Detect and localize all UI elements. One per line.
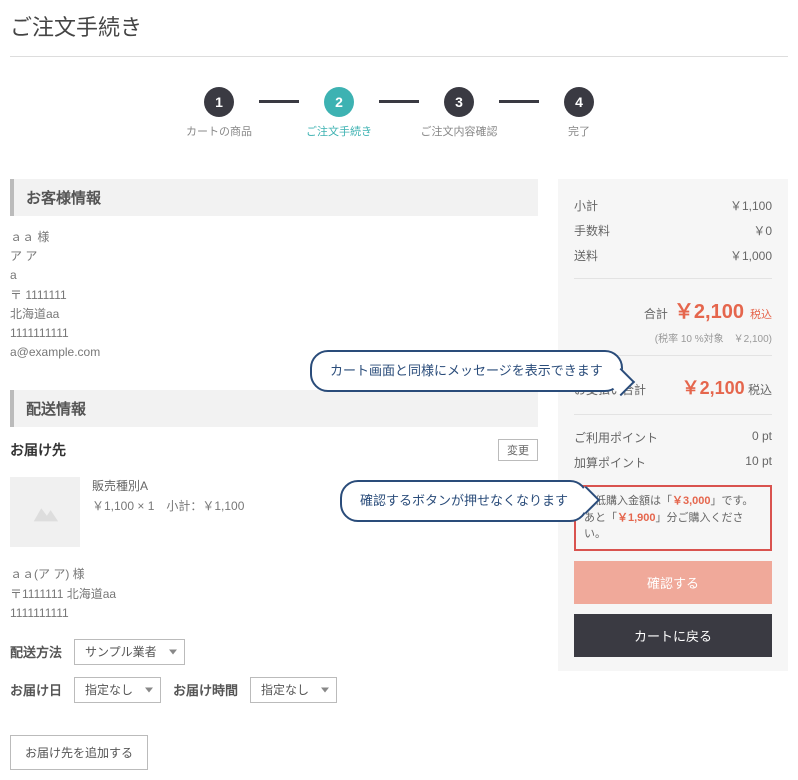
step-2: 2 ご注文手続き	[299, 87, 379, 139]
customer-phone: 1111111111	[10, 324, 538, 343]
use-points-value: 0 pt	[752, 429, 772, 446]
shipping-fee-value: ￥1,000	[730, 247, 772, 264]
change-shipping-button[interactable]: 変更	[498, 439, 538, 461]
shipping-address: ａａ(ア ア) 様 〒1111111 北海道aa 1111111111	[10, 565, 538, 623]
product-name: 販売種別A	[92, 477, 244, 496]
subtotal-label: 小計	[574, 197, 598, 214]
customer-address: 北海道aa	[10, 305, 538, 324]
subtotal-row: 小計 ￥1,100	[574, 193, 772, 218]
delivery-date-select[interactable]: 指定なし	[74, 677, 161, 703]
step-circle: 2	[324, 87, 354, 117]
page-title: ご注文手続き	[10, 10, 788, 42]
customer-kana: ア ア	[10, 247, 538, 266]
step-label: カートの商品	[179, 123, 259, 139]
add-points-value: 10 pt	[745, 454, 772, 471]
product-price-line: ￥1,100 × 1 小計：￥1,100	[92, 497, 244, 516]
total-label: 合計	[644, 305, 668, 322]
divider	[574, 278, 772, 279]
add-shipping-button[interactable]: お届け先を追加する	[10, 735, 148, 770]
customer-name: ａａ 様	[10, 228, 538, 247]
shipping-method-label: 配送方法	[10, 642, 62, 661]
annotation-callout-2: 確認するボタンが押せなくなります	[340, 480, 588, 522]
product-placeholder-icon	[10, 477, 80, 547]
annotation-callout-1: カート画面と同様にメッセージを表示できます	[310, 350, 623, 392]
min-amount: ￥3,000	[672, 495, 711, 507]
step-4: 4 完了	[539, 87, 619, 139]
delivery-time-select[interactable]: 指定なし	[250, 677, 337, 703]
remaining-amount: ￥1,900	[617, 512, 656, 524]
subtotal-value: ￥1,100	[730, 197, 772, 214]
shipping-fee-label: 送料	[574, 247, 598, 264]
add-points-label: 加算ポイント	[574, 454, 646, 471]
step-3: 3 ご注文内容確認	[419, 87, 499, 139]
divider	[574, 414, 772, 415]
step-label: ご注文内容確認	[419, 123, 499, 139]
use-points-row: ご利用ポイント 0 pt	[574, 425, 772, 450]
shipping-fee-row: 送料 ￥1,000	[574, 243, 772, 268]
customer-info-title: お客様情報	[10, 179, 538, 216]
use-points-label: ご利用ポイント	[574, 429, 658, 446]
step-circle: 1	[204, 87, 234, 117]
confirm-button: 確認する	[574, 561, 772, 604]
step-circle: 4	[564, 87, 594, 117]
fee-label: 手数料	[574, 222, 610, 239]
delivery-time-label: お届け時間	[173, 680, 238, 699]
step-line	[379, 100, 419, 103]
divider	[10, 56, 788, 57]
step-line	[259, 100, 299, 103]
fee-value: ￥0	[753, 222, 772, 239]
step-circle: 3	[444, 87, 474, 117]
customer-postal: 〒 1111111	[10, 286, 538, 305]
customer-something: a	[10, 266, 538, 285]
step-1: 1 カートの商品	[179, 87, 259, 139]
order-summary: 小計 ￥1,100 手数料 ￥0 送料 ￥1,000 合計 ￥2,100 税込 …	[558, 179, 788, 671]
customer-info: ａａ 様 ア ア a 〒 1111111 北海道aa 1111111111 a@…	[10, 228, 538, 362]
pay-value: ￥2,100	[682, 378, 745, 398]
step-label: ご注文手続き	[299, 123, 379, 139]
shipping-method-select[interactable]: サンプル業者	[74, 639, 185, 665]
ship-phone: 1111111111	[10, 604, 538, 623]
step-line	[499, 100, 539, 103]
fee-row: 手数料 ￥0	[574, 218, 772, 243]
tax-suffix: 税込	[748, 383, 772, 397]
ship-postal-addr: 〒1111111 北海道aa	[10, 585, 538, 604]
add-points-row: 加算ポイント 10 pt	[574, 450, 772, 475]
tax-note: (税率 10 %対象 ￥2,100)	[574, 330, 772, 345]
tax-suffix: 税込	[750, 306, 772, 322]
shipping-info-title: 配送情報	[10, 390, 538, 427]
shipping-dest-label: お届け先	[10, 440, 66, 460]
ship-name: ａａ(ア ア) 様	[10, 565, 538, 584]
total-value: ￥2,100	[674, 295, 744, 324]
back-to-cart-button[interactable]: カートに戻る	[574, 614, 772, 657]
delivery-date-label: お届け日	[10, 680, 62, 699]
min-purchase-warning: 最低購入金額は「￥3,000」です。 あと「￥1,900」分ご購入ください。	[574, 485, 772, 551]
stepper: 1 カートの商品 2 ご注文手続き 3 ご注文内容確認 4 完了	[10, 87, 788, 139]
step-label: 完了	[539, 123, 619, 139]
